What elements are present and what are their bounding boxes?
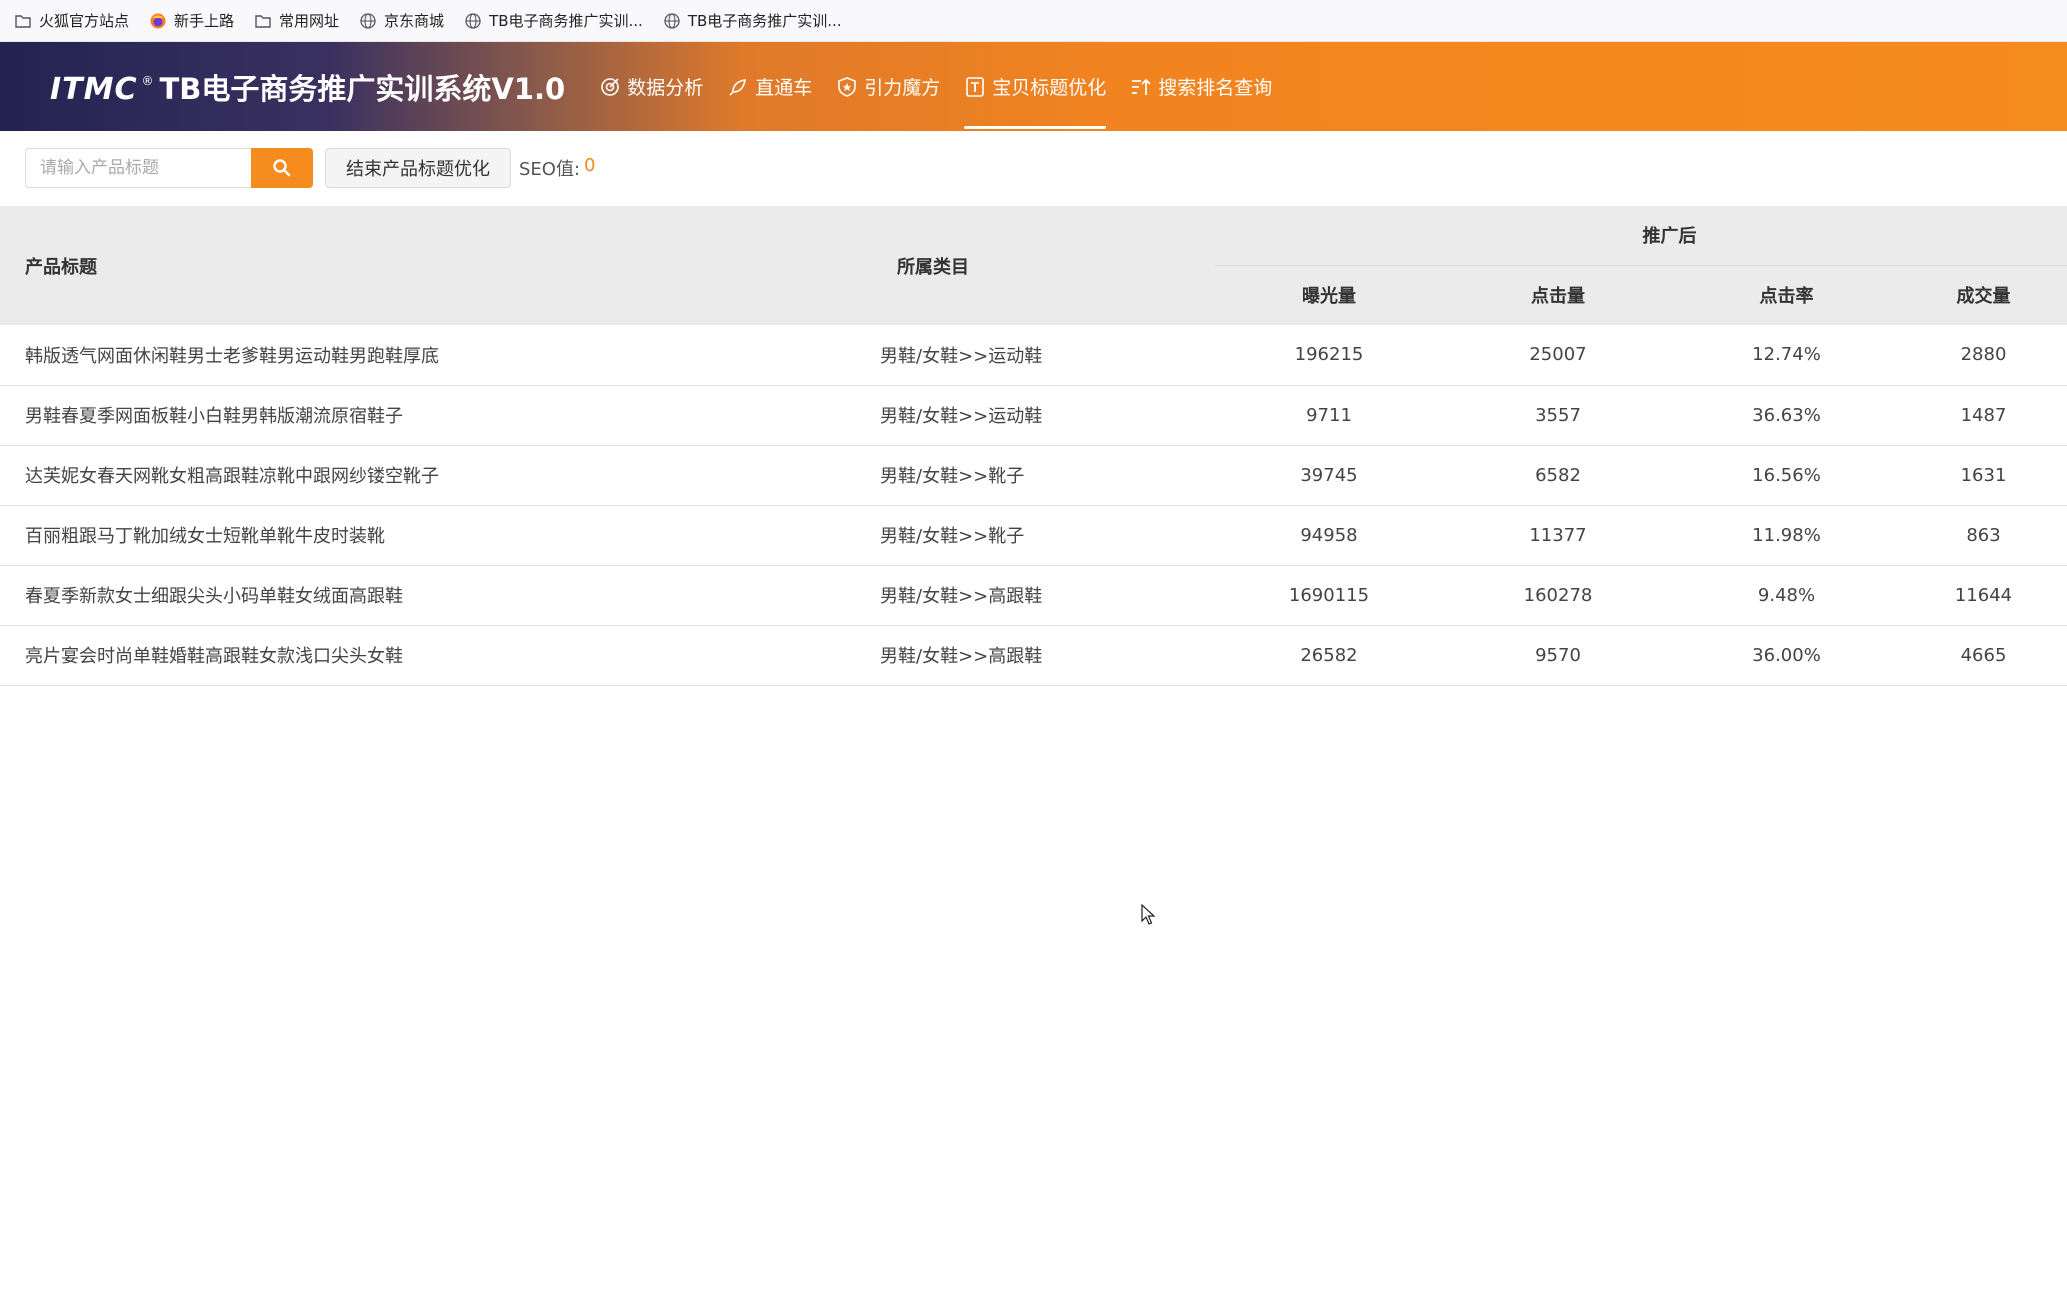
nav-item-through-train[interactable]: 直通车 <box>715 42 824 131</box>
cell-impressions: 196215 <box>1215 325 1443 386</box>
cell-clicks: 3557 <box>1443 385 1673 446</box>
bookmark-label: 常用网址 <box>279 12 340 30</box>
cell-title: 百丽粗跟马丁靴加绒女士短靴单靴牛皮时装靴 <box>0 505 880 566</box>
nav-item-gravity-cube[interactable]: 引力魔方 <box>824 42 952 131</box>
bookmark-item[interactable]: 京东商城 <box>359 10 444 31</box>
bookmark-label: 新手上路 <box>174 12 235 30</box>
cell-deals: 11644 <box>1900 565 2067 626</box>
globe-icon <box>465 12 481 29</box>
cell-ctr: 12.74% <box>1673 325 1900 386</box>
cell-ctr: 36.63% <box>1673 385 1900 446</box>
cell-clicks: 6582 <box>1443 445 1673 506</box>
globe-icon <box>664 12 680 29</box>
title-icon <box>966 76 985 97</box>
shield-icon <box>838 76 857 97</box>
seo-value: 0 <box>584 155 596 176</box>
brand-logo: ITMC ® TB电子商务推广实训系统V1.0 <box>50 66 565 108</box>
folder-icon <box>15 14 31 28</box>
column-header-impressions: 曝光量 <box>1215 265 1443 325</box>
registered-mark: ® <box>141 73 154 88</box>
table-row[interactable]: 亮片宴会时尚单鞋婚鞋高跟鞋女款浅口尖头女鞋 男鞋/女鞋>>高跟鞋 26582 9… <box>0 625 2067 686</box>
bookmark-label: 京东商城 <box>384 12 445 30</box>
cell-deals: 4665 <box>1900 625 2067 686</box>
search-button[interactable] <box>251 148 313 188</box>
cell-ctr: 11.98% <box>1673 505 1900 566</box>
folder-icon <box>255 14 271 28</box>
cell-impressions: 94958 <box>1215 505 1443 566</box>
cell-clicks: 9570 <box>1443 625 1673 686</box>
cell-ctr: 36.00% <box>1673 625 1900 686</box>
cell-deals: 1487 <box>1900 385 2067 446</box>
mouse-cursor-icon <box>1141 904 1155 925</box>
cell-impressions: 9711 <box>1215 385 1443 446</box>
cell-category: 男鞋/女鞋>>高跟鞋 <box>880 565 1215 626</box>
nav-item-data-analysis[interactable]: 数据分析 <box>587 42 715 131</box>
cell-deals: 863 <box>1900 505 2067 566</box>
toolbar: 结束产品标题优化 SEO值: 0 <box>25 148 595 188</box>
bookmark-item[interactable]: 常用网址 <box>254 10 339 31</box>
cell-category: 男鞋/女鞋>>运动鞋 <box>880 385 1215 446</box>
sort-icon <box>1132 78 1151 95</box>
cell-title: 达芙妮女春天网靴女粗高跟鞋凉靴中跟网纱镂空靴子 <box>0 445 880 506</box>
cell-deals: 2880 <box>1900 325 2067 386</box>
search-icon <box>273 159 291 177</box>
column-group-after-promotion: 推广后 <box>1215 206 2067 266</box>
cell-title: 男鞋春夏季网面板鞋小白鞋男韩版潮流原宿鞋子 <box>0 385 880 446</box>
table-row[interactable]: 春夏季新款女士细跟尖头小码单鞋女绒面高跟鞋 男鞋/女鞋>>高跟鞋 1690115… <box>0 565 2067 626</box>
table-row[interactable]: 男鞋春夏季网面板鞋小白鞋男韩版潮流原宿鞋子 男鞋/女鞋>>运动鞋 9711 35… <box>0 385 2067 446</box>
cell-impressions: 39745 <box>1215 445 1443 506</box>
column-header-deals: 成交量 <box>1900 265 2067 325</box>
bookmark-item[interactable]: 新手上路 <box>149 10 234 31</box>
seo-label: SEO值: <box>519 159 581 180</box>
bookmark-item[interactable]: TB电子商务推广实训... <box>464 10 643 31</box>
rocket-icon <box>729 78 747 96</box>
cell-category: 男鞋/女鞋>>靴子 <box>880 505 1215 566</box>
app-header: ITMC ® TB电子商务推广实训系统V1.0 数据分析 直通车 引力魔方 宝贝… <box>0 42 2067 131</box>
search-input[interactable] <box>25 148 251 188</box>
brand-mark: ITMC <box>50 71 138 107</box>
main-nav: 数据分析 直通车 引力魔方 宝贝标题优化 搜索排名查询 <box>587 42 1284 131</box>
column-header-category: 所属类目 <box>880 206 1215 325</box>
cell-title: 亮片宴会时尚单鞋婚鞋高跟鞋女款浅口尖头女鞋 <box>0 625 880 686</box>
bookmark-item[interactable]: 火狐官方站点 <box>14 10 129 31</box>
cell-clicks: 160278 <box>1443 565 1673 626</box>
bookmark-label: TB电子商务推广实训... <box>489 12 643 30</box>
app-title: TB电子商务推广实训系统V1.0 <box>159 71 566 106</box>
cell-category: 男鞋/女鞋>>靴子 <box>880 445 1215 506</box>
cell-title: 春夏季新款女士细跟尖头小码单鞋女绒面高跟鞋 <box>0 565 880 626</box>
cell-category: 男鞋/女鞋>>运动鞋 <box>880 325 1215 386</box>
cell-ctr: 9.48% <box>1673 565 1900 626</box>
product-table: 产品标题 所属类目 推广后 曝光量 点击量 点击率 成交量 韩版透气网面休闲鞋男… <box>0 206 2067 686</box>
column-header-ctr: 点击率 <box>1673 265 1900 325</box>
bookmarks-bar: 火狐官方站点 新手上路 常用网址 京东商城 TB电子商务推广实训... TB电子… <box>0 0 2067 42</box>
seo-score: SEO值: 0 <box>519 155 595 181</box>
nav-label: 直通车 <box>755 77 813 99</box>
cell-category: 男鞋/女鞋>>高跟鞋 <box>880 625 1215 686</box>
cell-clicks: 25007 <box>1443 325 1673 386</box>
column-header-clicks: 点击量 <box>1443 265 1673 325</box>
cell-clicks: 11377 <box>1443 505 1673 566</box>
bookmark-item[interactable]: TB电子商务推广实训... <box>663 10 842 31</box>
bookmark-label: TB电子商务推广实训... <box>687 12 842 30</box>
column-header-title: 产品标题 <box>0 206 880 325</box>
table-row[interactable]: 达芙妮女春天网靴女粗高跟鞋凉靴中跟网纱镂空靴子 男鞋/女鞋>>靴子 39745 … <box>0 445 2067 506</box>
bookmark-label: 火狐官方站点 <box>39 12 130 30</box>
table-row[interactable]: 韩版透气网面休闲鞋男士老爹鞋男运动鞋男跑鞋厚底 男鞋/女鞋>>运动鞋 19621… <box>0 325 2067 386</box>
table-row[interactable]: 百丽粗跟马丁靴加绒女士短靴单靴牛皮时装靴 男鞋/女鞋>>靴子 94958 113… <box>0 505 2067 566</box>
nav-label: 搜索排名查询 <box>1158 77 1273 99</box>
cell-deals: 1631 <box>1900 445 2067 506</box>
globe-icon <box>360 12 376 29</box>
firefox-icon <box>150 13 166 28</box>
end-title-optimization-button[interactable]: 结束产品标题优化 <box>325 148 511 188</box>
nav-label: 引力魔方 <box>864 77 941 99</box>
nav-item-title-optimization[interactable]: 宝贝标题优化 <box>952 42 1118 131</box>
cell-title: 韩版透气网面休闲鞋男士老爹鞋男运动鞋男跑鞋厚底 <box>0 325 880 386</box>
cell-impressions: 1690115 <box>1215 565 1443 626</box>
nav-label: 宝贝标题优化 <box>992 77 1107 99</box>
nav-item-ranking-search[interactable]: 搜索排名查询 <box>1118 42 1284 131</box>
nav-label: 数据分析 <box>627 77 704 99</box>
cell-impressions: 26582 <box>1215 625 1443 686</box>
cell-ctr: 16.56% <box>1673 445 1900 506</box>
target-icon <box>601 77 620 96</box>
